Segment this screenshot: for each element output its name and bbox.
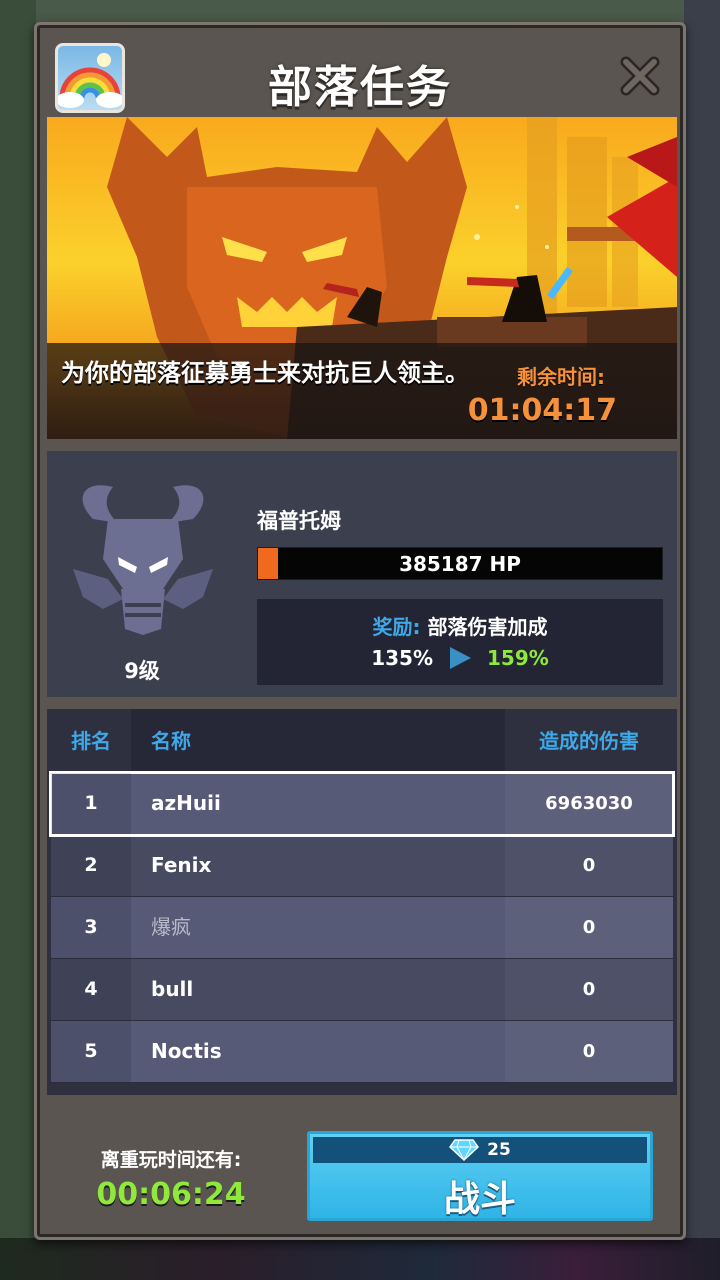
fight-cost-bar: 25 [313, 1137, 647, 1163]
reward-box: 奖励: 部落伤害加成 135% 159% [257, 599, 663, 685]
leaderboard-header: 排名 名称 造成的伤害 [47, 709, 677, 773]
reward-label: 奖励: [372, 615, 421, 639]
row-player-name: bull [151, 977, 194, 1001]
diamond-icon [449, 1139, 480, 1161]
damage-leaderboard: 排名 名称 造成的伤害 1 azHuii 6963030 2 Fenix 0 3… [47, 709, 677, 1095]
row-player-name: Fenix [151, 853, 212, 877]
header-name: 名称 [151, 729, 191, 753]
table-row[interactable]: 4 bull 0 [51, 959, 673, 1021]
boss-level: 9级 [124, 659, 160, 683]
row-damage: 0 [582, 917, 596, 938]
row-rank: 3 [84, 916, 98, 938]
table-row[interactable]: 2 Fenix 0 [51, 835, 673, 897]
fight-button-label: 战斗 [443, 1179, 516, 1220]
boss-info-panel: 9级 福普托姆 385187 HP 奖励: 部落伤害加成 135% 159% [47, 451, 677, 697]
close-icon[interactable] [618, 54, 662, 98]
tribe-quest-dialog: 部落任务 为你的部落征募勇士来对抗巨人领主。 剩余时间: 01:04:17 9级… [34, 22, 686, 1240]
row-player-name: azHuii [151, 791, 221, 815]
replay-countdown-value: 00:06:24 [96, 1177, 246, 1212]
row-damage: 0 [582, 979, 596, 1000]
header-damage: 造成的伤害 [539, 729, 639, 753]
row-damage: 0 [582, 855, 596, 876]
dialog-title: 部落任务 [268, 62, 452, 113]
row-rank: 1 [84, 792, 98, 814]
replay-countdown-label: 离重玩时间还有: [100, 1149, 242, 1171]
remaining-time-label: 剩余时间: [517, 365, 605, 389]
remaining-time-value: 01:04:17 [467, 393, 617, 428]
row-rank: 4 [84, 978, 98, 1000]
reward-line: 奖励: 部落伤害加成 [257, 611, 663, 640]
row-rank: 2 [84, 854, 98, 876]
row-damage: 6963030 [545, 793, 633, 814]
quest-description: 为你的部落征募勇士来对抗巨人领主。 [61, 359, 469, 387]
table-row[interactable]: 3 爆疯 0 [51, 897, 673, 959]
demon-boss-icon [63, 479, 223, 643]
leaderboard-rows: 1 azHuii 6963030 2 Fenix 0 3 爆疯 0 4 bull… [49, 771, 675, 1083]
table-row[interactable]: 1 azHuii 6963030 [49, 771, 675, 837]
bottom-toolbar-background [0, 1238, 720, 1280]
row-player-name: Noctis [151, 1039, 222, 1063]
reward-to-value: 159% [487, 646, 549, 670]
row-damage: 0 [582, 1041, 596, 1062]
boss-banner: 为你的部落征募勇士来对抗巨人领主。 剩余时间: 01:04:17 [47, 117, 677, 439]
reward-from-value: 135% [371, 646, 433, 670]
fight-cost-value: 25 [487, 1140, 511, 1160]
boss-name: 福普托姆 [257, 509, 341, 533]
table-row[interactable]: 5 Noctis 0 [51, 1021, 673, 1083]
arrow-right-icon [450, 647, 471, 669]
boss-hp-text: 385187 HP [399, 552, 521, 576]
row-rank: 5 [84, 1040, 98, 1062]
header-rank: 排名 [71, 729, 111, 753]
close-button[interactable] [615, 51, 665, 101]
reward-text: 部落伤害加成 [427, 615, 548, 639]
reward-values: 135% 159% [257, 645, 663, 671]
boss-hp-bar: 385187 HP [257, 547, 663, 580]
row-player-name: 爆疯 [151, 915, 191, 939]
fight-button[interactable]: 25 战斗 [307, 1131, 653, 1221]
